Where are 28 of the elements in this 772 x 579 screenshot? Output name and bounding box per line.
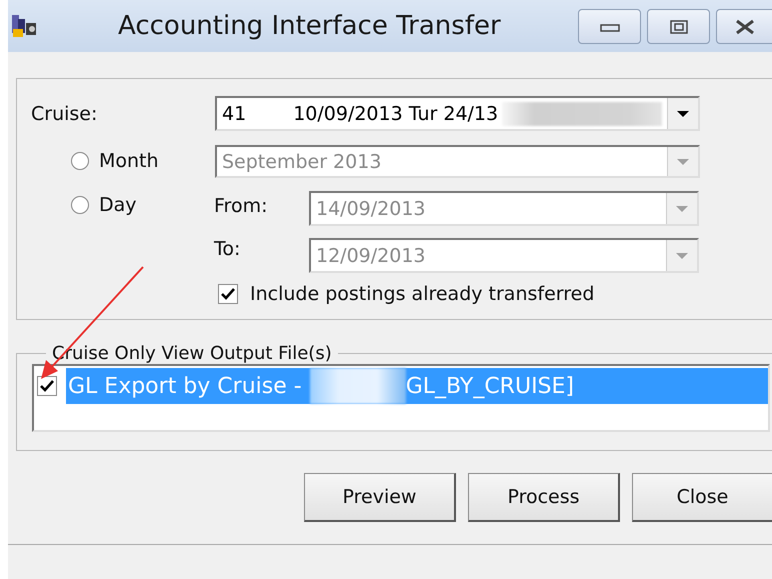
cruise-label: Cruise: (30, 102, 98, 124)
dropdown-arrow-icon (675, 252, 689, 260)
maximize-icon (670, 20, 688, 34)
window-title: Accounting Interface Transfer (118, 11, 502, 41)
cruise-value: 10/09/2013 Tur 24/13 (292, 102, 498, 124)
day-radio[interactable]: Day (71, 194, 137, 216)
include-transferred-label: Include postings already transferred (250, 283, 594, 305)
dropdown-arrow-icon (676, 158, 690, 166)
maximize-button[interactable] (647, 9, 710, 44)
from-label: From: (214, 195, 268, 217)
from-date-value: 14/09/2013 (315, 198, 426, 220)
close-icon (734, 18, 756, 34)
minimize-icon (600, 22, 620, 32)
file-checkbox[interactable] (37, 376, 57, 396)
dialog-button[interactable]: Process (468, 473, 620, 522)
minimize-button[interactable] (578, 9, 641, 44)
to-date-value: 12/09/2013 (315, 244, 426, 266)
dropdown-arrow-icon (676, 110, 690, 118)
cruise-dropdown[interactable]: 41 10/09/2013 Tur 24/13 (215, 96, 700, 131)
dialog-button[interactable]: Close (632, 473, 772, 522)
close-window-button[interactable] (716, 9, 772, 44)
include-transferred-checkbox[interactable] (218, 284, 238, 304)
dropdown-arrow-icon (675, 204, 689, 212)
to-label: To: (214, 238, 242, 260)
cruise-number: 41 (221, 102, 246, 124)
month-radio[interactable]: Month (71, 150, 159, 172)
month-value: September 2013 (221, 150, 382, 172)
dialog-button[interactable]: Preview (304, 473, 456, 522)
